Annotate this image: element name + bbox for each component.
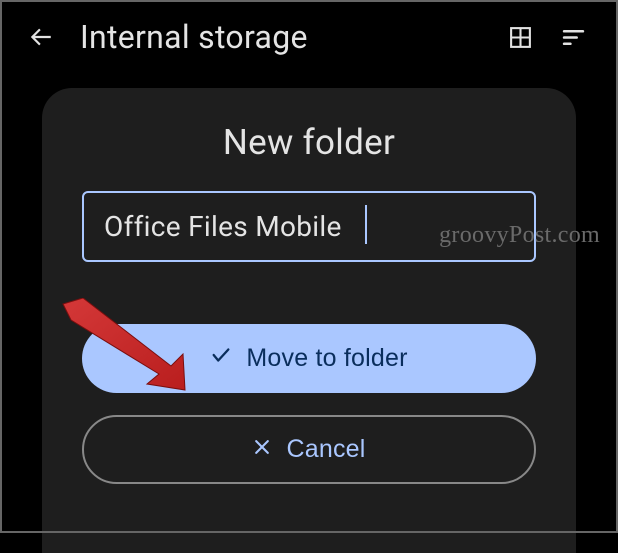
grid-view-icon[interactable] [508,25,533,50]
text-cursor [365,205,367,244]
sort-icon[interactable] [561,25,586,50]
dialog-title: New folder [82,122,536,163]
move-to-folder-button[interactable]: Move to folder [82,324,536,393]
check-icon [210,344,232,373]
page-title: Internal storage [80,18,482,56]
app-header: Internal storage [0,0,618,74]
cancel-button[interactable]: Cancel [82,415,536,484]
back-arrow-icon[interactable] [28,24,54,50]
close-icon [252,435,272,464]
primary-button-label: Move to folder [246,344,407,373]
folder-name-input[interactable] [82,191,536,262]
secondary-button-label: Cancel [286,435,365,464]
input-container [82,191,536,262]
header-actions [508,25,586,50]
new-folder-dialog: New folder Move to folder Cancel [42,88,576,553]
